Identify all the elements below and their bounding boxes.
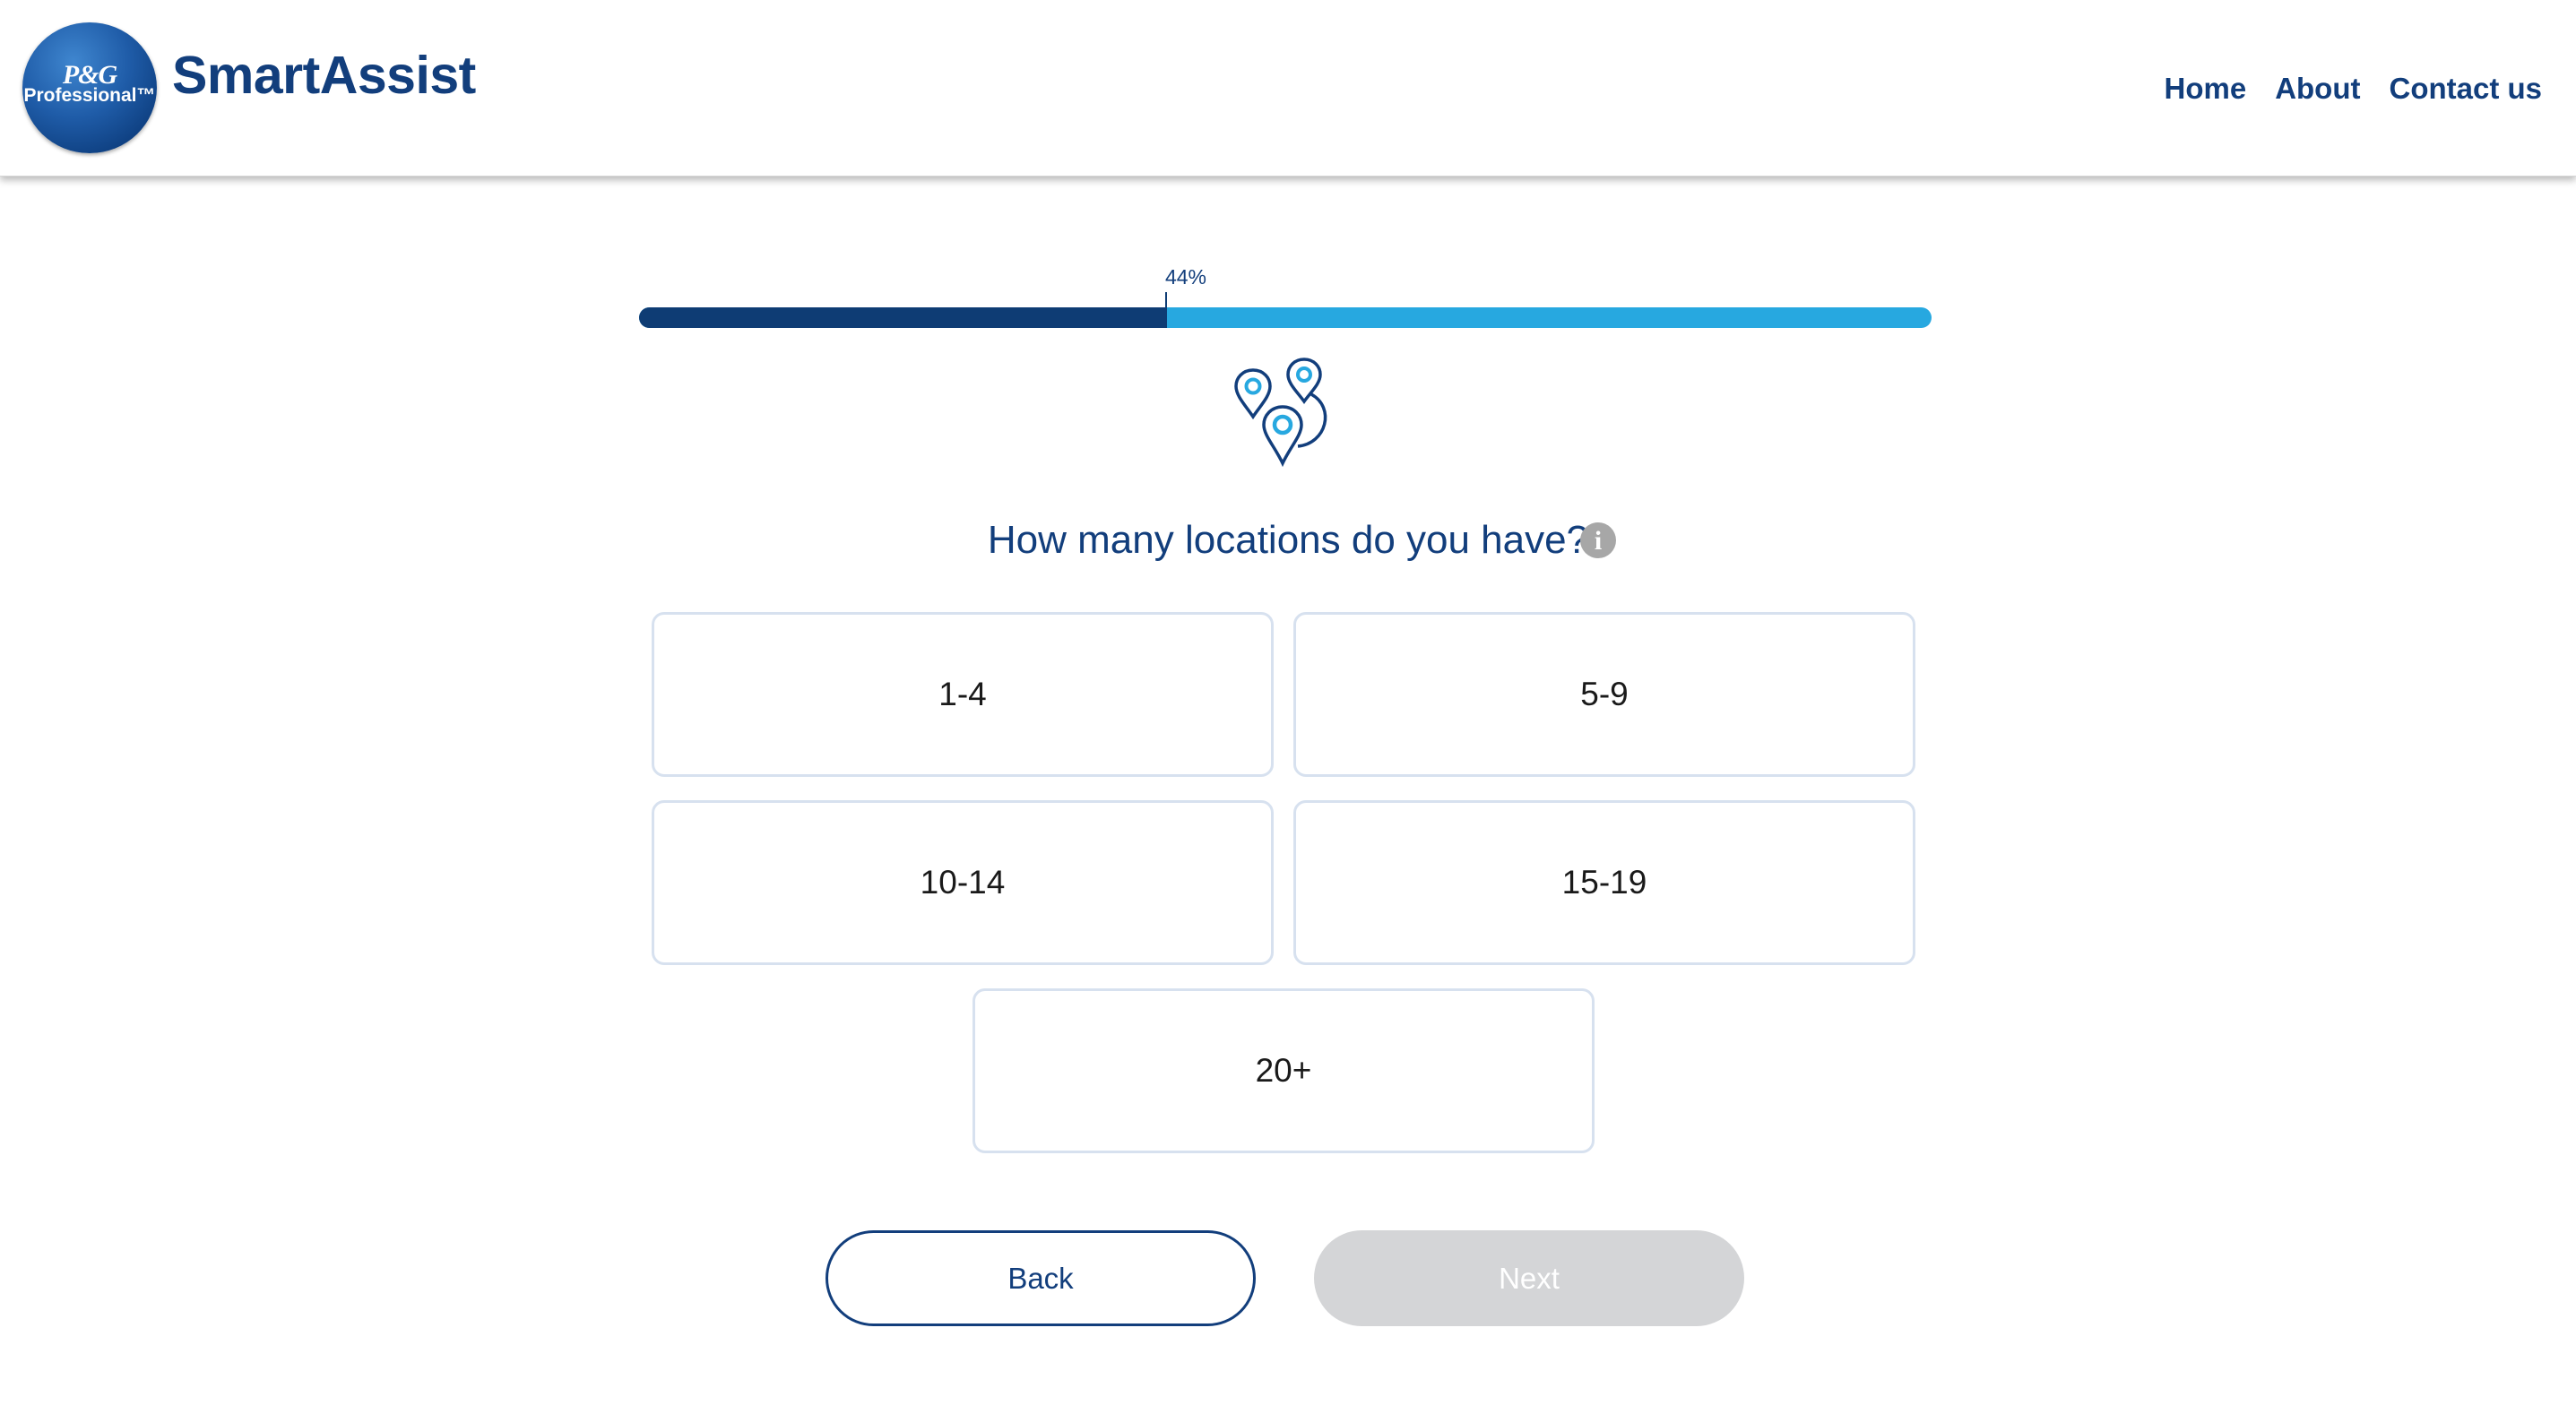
progress-marker	[1165, 292, 1167, 328]
next-button[interactable]: Next	[1314, 1230, 1744, 1326]
nav-link-about[interactable]: About	[2275, 72, 2360, 106]
option-5-9[interactable]: 5-9	[1293, 612, 1915, 777]
location-pins-icon	[1234, 358, 1327, 468]
nav-link-contact[interactable]: Contact us	[2389, 72, 2542, 106]
nav-link-home[interactable]: Home	[2165, 72, 2247, 106]
logo-text-professional: Professional™	[23, 85, 156, 106]
pg-professional-logo[interactable]: P&G Professional™	[22, 22, 157, 153]
brand-title[interactable]: SmartAssist	[172, 45, 476, 106]
option-10-14[interactable]: 10-14	[652, 800, 1274, 965]
progress-fill	[639, 307, 1166, 328]
option-15-19[interactable]: 15-19	[1293, 800, 1915, 965]
progress-bar: 44%	[639, 265, 1932, 328]
question-text: How many locations do you have?	[987, 518, 1589, 562]
question-heading: How many locations do you have?	[0, 518, 2576, 563]
progress-track	[639, 307, 1932, 328]
info-icon[interactable]: i	[1580, 522, 1616, 558]
option-1-4[interactable]: 1-4	[652, 612, 1274, 777]
option-20-plus[interactable]: 20+	[972, 988, 1595, 1153]
site-header: P&G Professional™ SmartAssist Home About…	[0, 0, 2576, 177]
back-button[interactable]: Back	[826, 1230, 1256, 1326]
progress-percentage: 44%	[1164, 265, 1207, 289]
main-nav: Home About Contact us	[2165, 72, 2543, 106]
